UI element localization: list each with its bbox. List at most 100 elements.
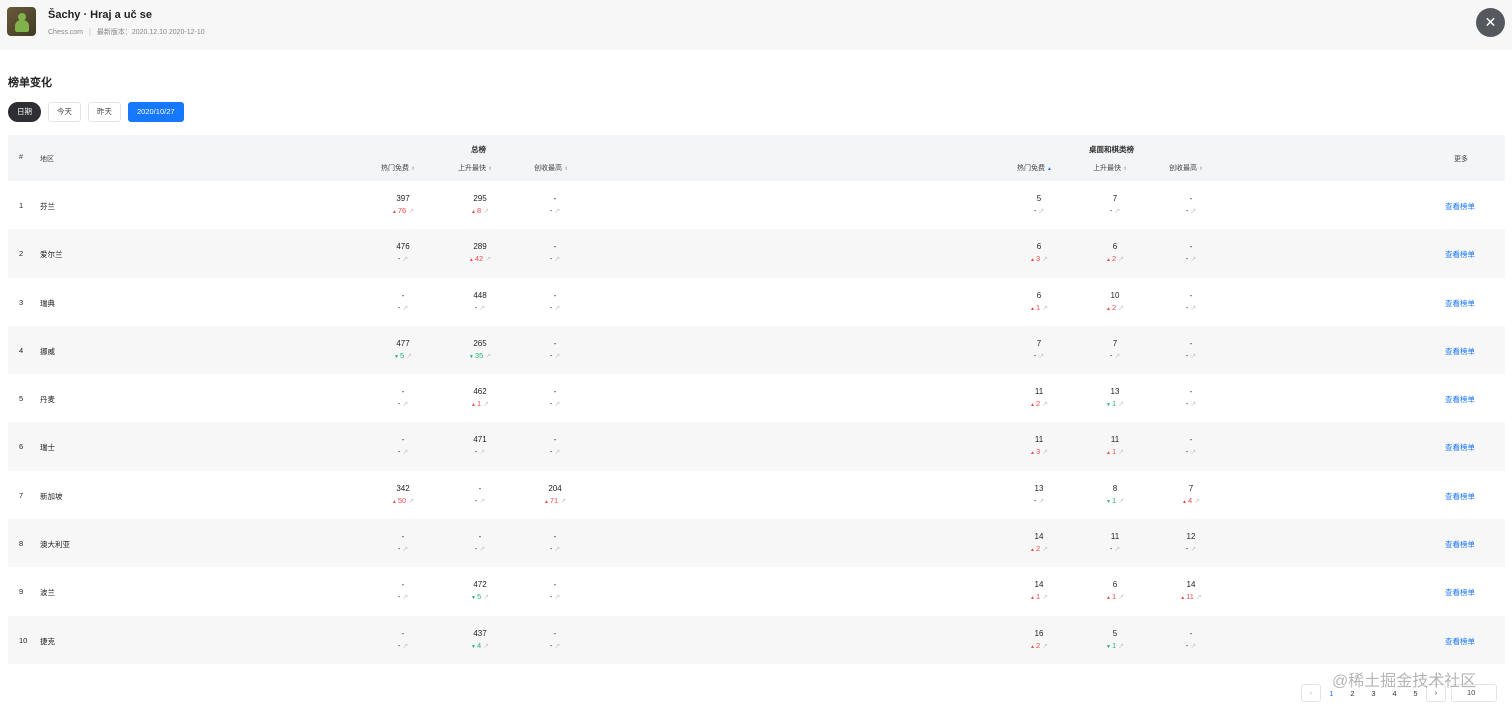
header-category-rising[interactable]: 上升最快 ⬍ [1093,163,1127,173]
trend-icon[interactable]: ↗ [1118,498,1124,505]
view-ranking-link[interactable]: 查看榜单 [1445,346,1475,357]
trend-icon[interactable]: ↗ [554,305,560,312]
trend-icon[interactable]: ↗ [1114,353,1120,360]
trend-icon[interactable]: ↗ [483,401,489,408]
trend-icon[interactable]: ↗ [402,401,408,408]
app-title: Šachy · Hraj a uč se [48,9,152,21]
view-ranking-link[interactable]: 查看榜单 [1445,491,1475,502]
rank-value: - [1189,194,1193,203]
trend-icon[interactable]: ↗ [554,256,560,263]
trend-icon[interactable]: ↗ [1118,449,1124,456]
header-category-free[interactable]: 热门免费 ▲ [1017,163,1052,173]
trend-icon[interactable]: ↗ [1190,401,1196,408]
trend-icon[interactable]: ↗ [485,353,491,360]
trend-icon[interactable]: ↗ [485,256,491,263]
trend-icon[interactable]: ↗ [483,594,489,601]
trend-icon[interactable]: ↗ [1042,449,1048,456]
trend-icon[interactable]: ↗ [1190,546,1196,553]
rank-change: - ↗ [450,302,510,314]
trend-icon[interactable]: ↗ [1118,256,1124,263]
trend-icon[interactable]: ↗ [1190,256,1196,263]
trend-icon[interactable]: ↗ [554,546,560,553]
view-ranking-link[interactable]: 查看榜单 [1445,298,1475,309]
trend-icon[interactable]: ↗ [408,498,414,505]
rank-value: - [553,338,557,348]
header-overall-free[interactable]: 热门免费 ⬍ [381,163,415,173]
trend-icon[interactable]: ↗ [402,449,408,456]
trend-icon[interactable]: ↗ [1038,498,1044,505]
close-button[interactable]: ✕ [1476,8,1505,37]
rank-cell: 13 ▼1 ↗ [1085,386,1145,410]
trend-icon[interactable]: ↗ [479,305,485,312]
trend-icon[interactable]: ↗ [1042,546,1048,553]
trend-icon[interactable]: ↗ [1042,401,1048,408]
view-ranking-link[interactable]: 查看榜单 [1445,442,1475,453]
trend-icon[interactable]: ↗ [1114,208,1120,215]
trend-icon[interactable]: ↗ [402,643,408,650]
trend-icon[interactable]: ↗ [560,498,566,505]
rank-value: 204 [548,483,562,493]
rank-change: ▼5 ↗ [373,350,433,362]
trend-icon[interactable]: ↗ [554,401,560,408]
trend-icon[interactable]: ↗ [1118,643,1124,650]
view-ranking-link[interactable]: 查看榜单 [1445,539,1475,550]
rank-cell: - - ↗ [525,628,585,652]
prev-page-button[interactable]: ‹ [1301,684,1321,702]
trend-icon[interactable]: ↗ [479,498,485,505]
trend-icon[interactable]: ↗ [402,594,408,601]
view-ranking-link[interactable]: 查看榜单 [1445,636,1475,647]
trend-icon[interactable]: ↗ [554,353,560,360]
trend-icon[interactable]: ↗ [1190,449,1196,456]
rank-cell: - - ↗ [373,531,433,555]
trend-icon[interactable]: ↗ [479,546,485,553]
rank-value: - [401,532,405,542]
view-ranking-link[interactable]: 查看榜单 [1445,201,1475,212]
trend-icon[interactable]: ↗ [1190,305,1196,312]
today-button[interactable]: 今天 [48,102,81,122]
trend-icon[interactable]: ↗ [1038,353,1044,360]
trend-icon[interactable]: ↗ [479,449,485,456]
rank-cell: - - ↗ [1161,386,1221,410]
view-ranking-link[interactable]: 查看榜单 [1445,394,1475,405]
trend-icon[interactable]: ↗ [1042,594,1048,601]
trend-icon[interactable]: ↗ [402,256,408,263]
header-overall-rising[interactable]: 上升最快 ⬍ [458,163,492,173]
trend-icon[interactable]: ↗ [1118,594,1124,601]
trend-icon[interactable]: ↗ [402,305,408,312]
change-value: 35 [474,350,484,360]
trend-icon[interactable]: ↗ [402,546,408,553]
trend-icon[interactable]: ↗ [1118,401,1124,408]
change-value: - [549,447,553,457]
date-picker-button[interactable]: 2020/10/27 [128,102,184,122]
yesterday-button[interactable]: 昨天 [88,102,121,122]
trend-icon[interactable]: ↗ [408,208,414,215]
trend-icon[interactable]: ↗ [1196,594,1202,601]
trend-icon[interactable]: ↗ [1042,256,1048,263]
rank-value: 5 [1112,628,1118,638]
trend-icon[interactable]: ↗ [1190,353,1196,360]
trend-icon[interactable]: ↗ [1118,305,1124,312]
rank-change: - ↗ [525,205,585,217]
view-ranking-link[interactable]: 查看榜单 [1445,587,1475,598]
trend-icon[interactable]: ↗ [1190,643,1196,650]
rank-value: - [1189,387,1193,397]
trend-icon[interactable]: ↗ [1114,546,1120,553]
header-category-grossing[interactable]: 创收最高 ⬍ [1169,163,1203,173]
trend-icon[interactable]: ↗ [554,449,560,456]
trend-icon[interactable]: ↗ [1194,498,1200,505]
trend-icon[interactable]: ↗ [483,643,489,650]
header-overall-grossing[interactable]: 创收最高 ⬍ [534,163,568,173]
view-ranking-link[interactable]: 查看榜单 [1445,249,1475,260]
trend-icon[interactable]: ↗ [554,643,560,650]
rank-change: ▼1 ↗ [1085,495,1145,507]
trend-icon[interactable]: ↗ [554,594,560,601]
trend-icon[interactable]: ↗ [554,208,560,215]
change-value: 42 [474,254,484,264]
trend-icon[interactable]: ↗ [1038,208,1044,215]
trend-icon[interactable]: ↗ [406,353,412,360]
trend-icon[interactable]: ↗ [1190,208,1196,215]
trend-icon[interactable]: ↗ [1042,643,1048,650]
trend-icon[interactable]: ↗ [1042,305,1048,312]
trend-icon[interactable]: ↗ [483,208,489,215]
rank-value: 11 [1034,387,1044,397]
